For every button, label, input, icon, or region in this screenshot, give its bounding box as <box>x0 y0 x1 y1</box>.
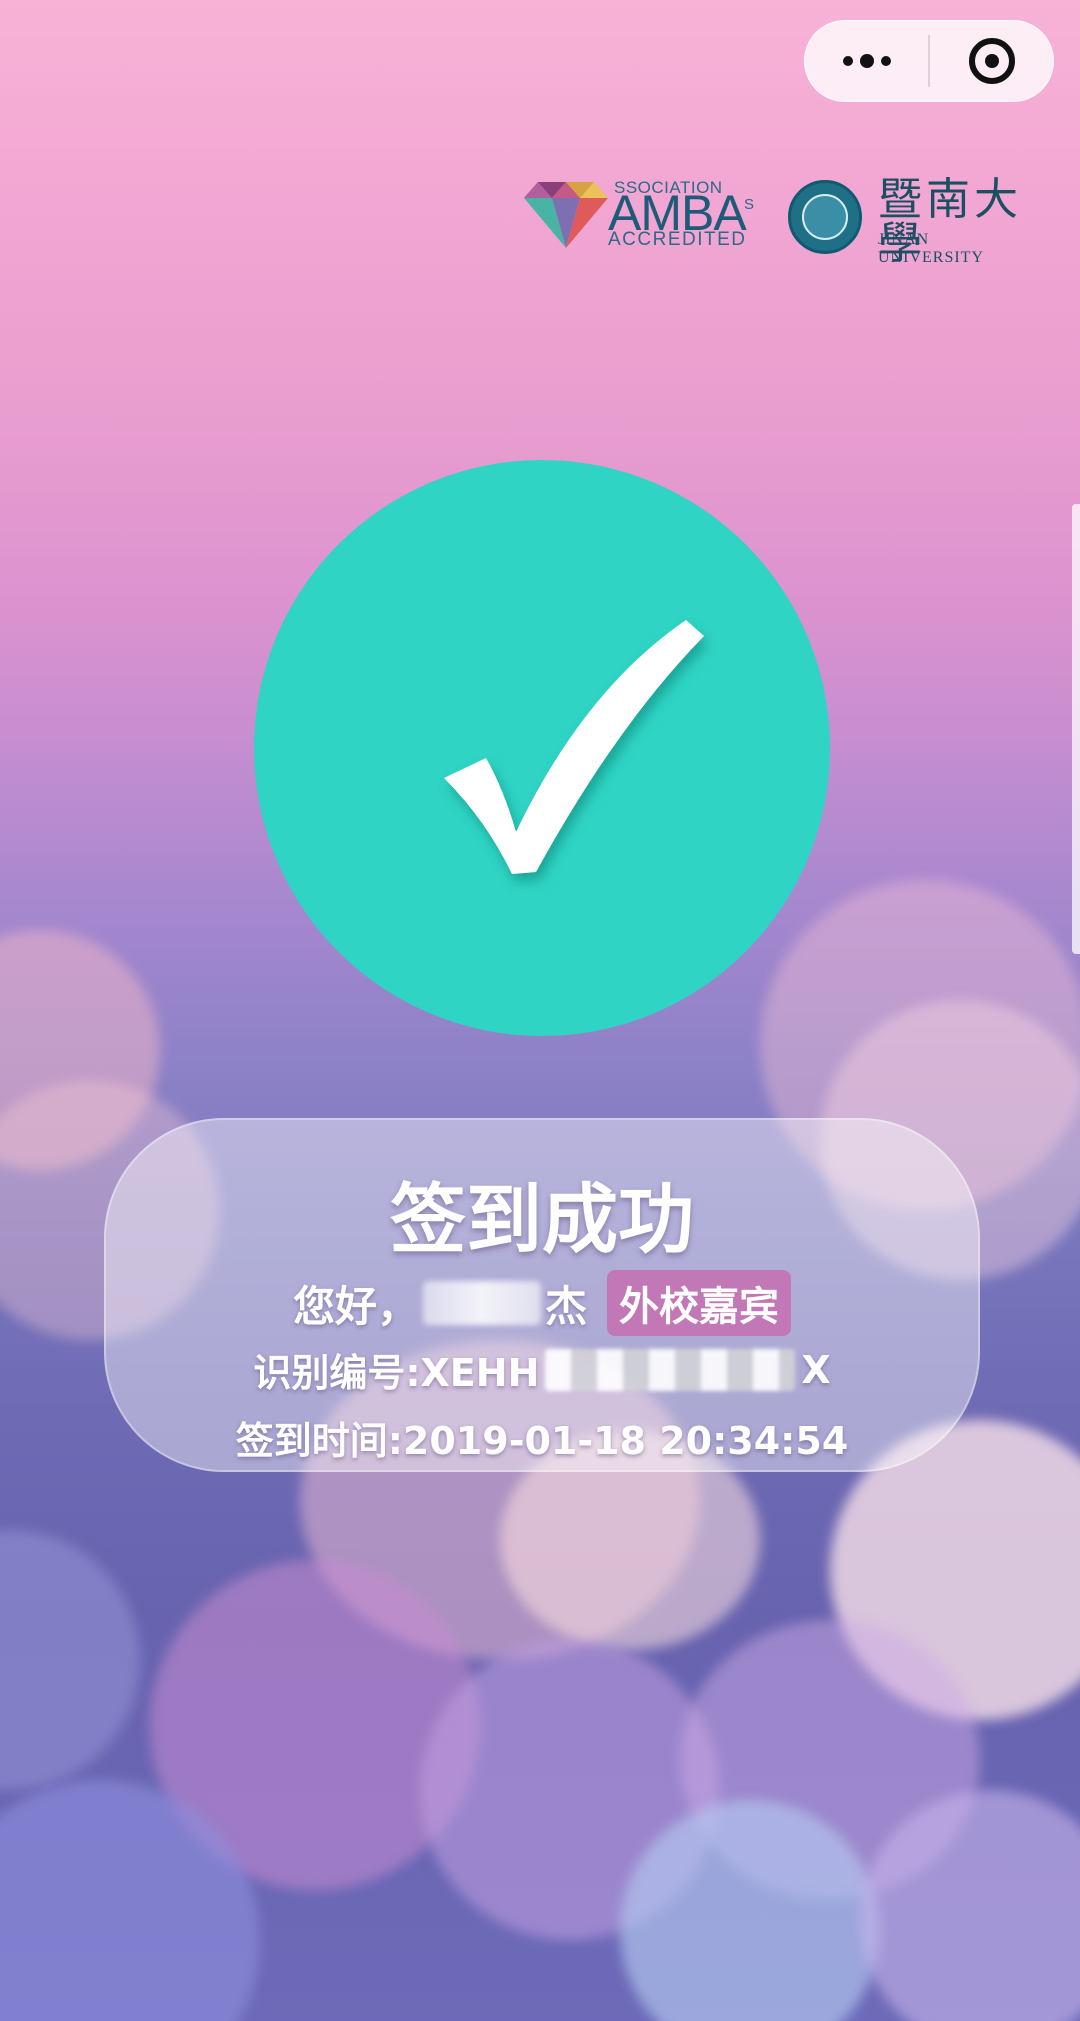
jinan-university-logo: 暨南大學 JINAN UNIVERSITY <box>788 176 1038 266</box>
more-button[interactable] <box>805 21 928 101</box>
university-english-name: JINAN UNIVERSITY <box>878 231 984 266</box>
blurred-name <box>423 1281 541 1325</box>
id-number-row: 识别编号:XEHH X <box>106 1342 978 1397</box>
id-suffix: X <box>801 1347 831 1392</box>
amba-diamond-icon <box>524 182 608 248</box>
more-dots-icon <box>842 54 891 68</box>
checkin-result-card: 签到成功 您好， 杰 外校嘉宾 识别编号:XEHH X 签到时间:2019-01… <box>104 1118 980 1472</box>
scroll-indicator <box>1072 504 1080 954</box>
guest-badge: 外校嘉宾 <box>607 1270 792 1336</box>
amba-logo: SSOCIATION S AMBA ACCREDITED <box>524 176 754 256</box>
university-seal-icon <box>788 180 862 254</box>
id-label: 识别编号:XEHH <box>253 1351 540 1395</box>
checkin-success-title: 签到成功 <box>390 1175 694 1264</box>
name-suffix: 杰 <box>545 1281 588 1331</box>
greeting-prefix: 您好， <box>292 1281 419 1331</box>
checkmark-icon <box>444 620 704 874</box>
mini-program-capsule <box>804 20 1054 102</box>
greeting-row: 您好， 杰 外校嘉宾 <box>106 1270 978 1336</box>
success-circle <box>254 460 830 1036</box>
target-circle-icon <box>968 38 1015 84</box>
close-button[interactable] <box>930 21 1053 101</box>
checkin-time: 签到时间:2019-01-18 20:34:54 <box>235 1419 849 1463</box>
amba-accredited-text: ACCREDITED <box>608 229 747 250</box>
blurred-id <box>545 1348 796 1391</box>
